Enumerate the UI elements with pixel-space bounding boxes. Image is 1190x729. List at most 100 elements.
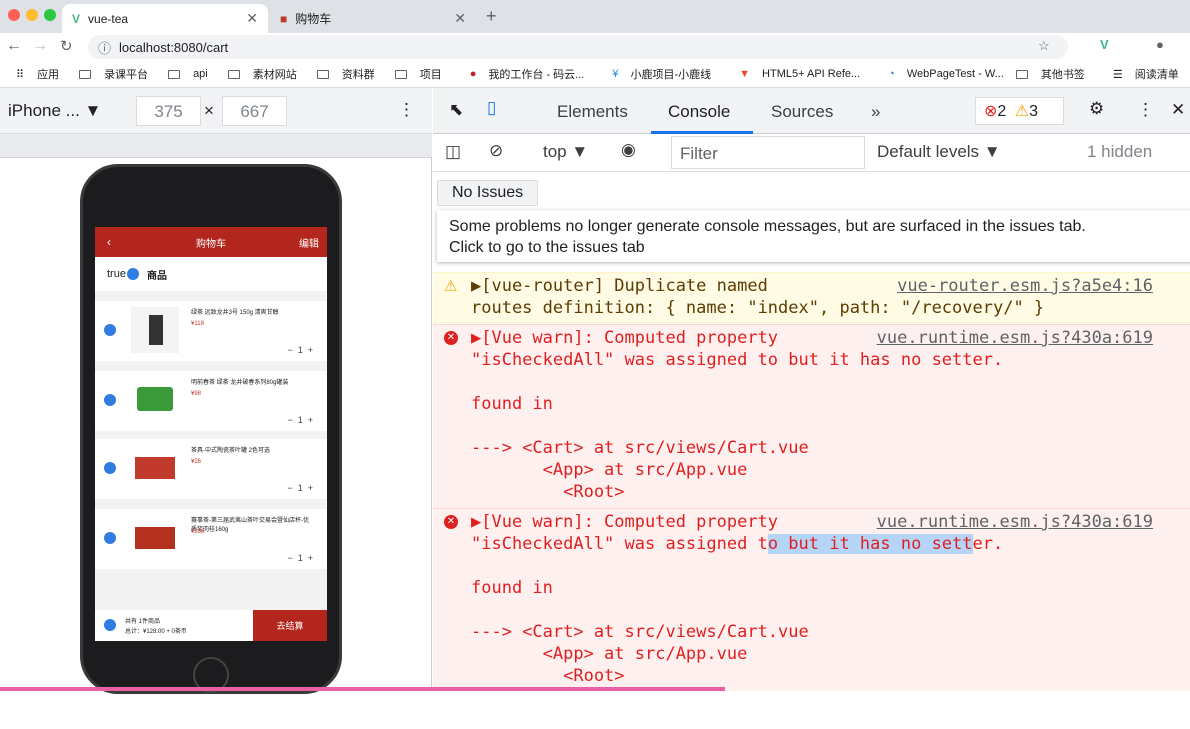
devtools-tabbar: ⬉ ▯ Elements Console Sources » ⊗2 ⚠3 ⚙ ⋮… (433, 88, 1190, 134)
edit-button[interactable]: 编辑 (299, 235, 319, 250)
vue-devtools-icon[interactable]: V (1100, 37, 1109, 52)
browser-tab-strip: V vue-tea ✕ ■ 购物车 ✕ + (0, 0, 1190, 33)
product-name: 赛事茶-第三届武夷山茶叶交易会暨仙店杯-优质奖肉桂160g (191, 518, 309, 533)
cart-item: 绿茶 远致龙井3号 150g 清爽甘醇 ¥118 − 1 + (95, 301, 327, 361)
bookmark-reading-list[interactable]: ☰ 阅读清单 (1105, 66, 1185, 82)
close-devtools-icon[interactable]: ✕ (1171, 100, 1185, 120)
warning-icon: ⚠ (1014, 103, 1030, 120)
item-checkbox[interactable] (104, 324, 116, 336)
log-levels-select[interactable]: Default levels ▼ (877, 142, 1001, 162)
error-count: 2 (997, 103, 1007, 120)
browser-tab-cart[interactable]: ■ 购物车 ✕ (270, 4, 476, 33)
browser-tab-vue-tea[interactable]: V vue-tea ✕ (62, 4, 268, 33)
trace-line: ---> <Cart> at src/views/Cart.vue (471, 438, 809, 458)
checkout-button[interactable]: 去结算 (253, 610, 327, 641)
maximize-window-button[interactable] (44, 9, 56, 21)
bookmark-folder[interactable]: 资料群 (316, 66, 381, 82)
quantity-stepper[interactable]: − 1 + (287, 415, 313, 425)
quantity-stepper[interactable]: − 1 + (287, 553, 313, 563)
tab-console[interactable]: Console (668, 102, 730, 122)
close-tab-icon[interactable]: ✕ (246, 10, 258, 27)
more-tabs-button[interactable]: » (871, 102, 880, 122)
back-button[interactable]: ‹ (107, 235, 111, 249)
trace-line: <App> at src/App.vue (471, 644, 748, 664)
forward-arrow-icon[interactable]: → (32, 37, 48, 55)
minimize-window-button[interactable] (26, 9, 38, 21)
bookmark-folder[interactable]: 素材网站 (227, 66, 303, 82)
iphone-frame: ‹ 购物车 编辑 true 商品 绿茶 远致龙井3号 150g 清爽甘醇 ¥11… (80, 164, 342, 694)
issue-counter[interactable]: ⊗2 ⚠3 (975, 97, 1064, 125)
error-text: "isCheckedAll" was assigned to but it ha… (471, 350, 1004, 370)
store-name: 商品 (146, 270, 167, 282)
quantity-stepper[interactable]: − 1 + (287, 345, 313, 355)
device-toggle-icon[interactable]: ▯ (487, 98, 496, 118)
device-select[interactable]: iPhone ... ▼ (8, 101, 101, 121)
item-checkbox[interactable] (104, 532, 116, 544)
reload-icon[interactable]: ↻ (60, 37, 73, 55)
more-options-icon[interactable]: ⋮ (398, 100, 415, 120)
settings-gear-icon[interactable]: ⚙ (1089, 99, 1104, 119)
bookmark-folder[interactable]: 录课平台 (79, 66, 154, 82)
bookmark-apps[interactable]: ⠿ 应用 (8, 66, 65, 82)
product-price: ¥26 (191, 459, 202, 465)
bookmark-other[interactable]: 其他书签 (1015, 66, 1091, 82)
source-link[interactable]: vue-router.esm.js?a5e4:16 (897, 275, 1153, 297)
item-checkbox[interactable] (104, 462, 116, 474)
product-price: ¥98 (191, 391, 202, 397)
bookmarks-bar: ⠿ 应用 录课平台 api 素材网站 资料群 项目 ● 我的工作台 - 码云... … (0, 61, 1190, 88)
issues-tooltip: Some problems no longer generate console… (437, 210, 1190, 262)
item-checkbox[interactable] (104, 394, 116, 406)
bookmark-folder[interactable]: 项目 (394, 66, 448, 82)
filter-input[interactable]: Filter (671, 136, 865, 169)
media-query-ruler (0, 134, 432, 158)
inspect-element-icon[interactable]: ⬉ (449, 100, 463, 120)
bookmark-folder[interactable]: api (168, 68, 214, 80)
trace-line: <App> at src/App.vue (471, 460, 748, 480)
url-bar[interactable]: ⓘ localhost:8080/cart (88, 35, 1068, 59)
device-height-input[interactable]: 667 (222, 96, 287, 126)
close-window-button[interactable] (8, 9, 20, 21)
source-link[interactable]: vue.runtime.esm.js?430a:619 (877, 327, 1153, 349)
eye-icon[interactable]: ◉ (621, 140, 636, 160)
deer-icon: ¥ (612, 68, 619, 80)
cart-title: 购物车 (196, 238, 226, 250)
more-menu-icon[interactable]: ⋮ (1137, 100, 1154, 120)
bookmark-link[interactable]: ● 我的工作台 - 码云... (462, 66, 591, 82)
warning-text[interactable]: ▶[vue-router] Duplicate named (471, 275, 768, 297)
folder-icon (1015, 69, 1028, 79)
no-issues-button[interactable]: No Issues (437, 180, 539, 206)
clear-console-icon[interactable]: ⊘ (489, 141, 503, 161)
bookmark-link[interactable]: ◔ WebPageTest - W... (880, 68, 1010, 80)
context-select[interactable]: top ▼ (543, 142, 588, 162)
device-width-input[interactable]: 375 (136, 96, 201, 126)
tab-title: 购物车 (295, 12, 332, 26)
trace-line: <Root> (471, 482, 625, 502)
select-all-checkbox[interactable] (104, 619, 116, 631)
info-icon: ⓘ (98, 40, 112, 56)
tooltip-line: Some problems no longer generate console… (449, 218, 1086, 235)
product-name: 明前春茶 绿茶 龙井破春系列80g罐装 (191, 380, 289, 386)
close-tab-icon[interactable]: ✕ (454, 10, 466, 27)
tab-elements[interactable]: Elements (557, 102, 628, 122)
bookmark-link[interactable]: ¥ 小鹿项目-小鹿线 (604, 66, 717, 82)
source-link[interactable]: vue.runtime.esm.js?430a:619 (877, 511, 1153, 533)
sidebar-toggle-icon[interactable]: ◫ (445, 142, 461, 162)
tooltip-link[interactable]: Click to go to the issues tab (449, 237, 1181, 258)
store-checkbox-label: true (107, 268, 126, 280)
gitee-icon: ● (469, 68, 477, 80)
tab-sources[interactable]: Sources (771, 102, 833, 122)
error-text[interactable]: ▶[Vue warn]: Computed property (471, 511, 778, 533)
quantity-stepper[interactable]: − 1 + (287, 483, 313, 493)
store-checkbox[interactable] (126, 268, 139, 280)
bookmark-link[interactable]: ▼ HTML5+ API Refe... (731, 68, 866, 80)
console-error: ✕ ▶[Vue warn]: Computed property vue.run… (433, 324, 1190, 508)
back-arrow-icon[interactable]: ← (6, 37, 22, 55)
error-icon: ✕ (444, 331, 458, 345)
text-selection: o but it has no sett (767, 534, 973, 554)
cart-favicon-icon: ■ (280, 11, 288, 26)
error-text[interactable]: ▶[Vue warn]: Computed property (471, 327, 778, 349)
folder-icon (168, 69, 181, 79)
bookmark-star-icon[interactable]: ☆ (1038, 38, 1050, 54)
profile-icon[interactable]: ● (1156, 37, 1164, 52)
new-tab-icon[interactable]: + (486, 6, 497, 27)
